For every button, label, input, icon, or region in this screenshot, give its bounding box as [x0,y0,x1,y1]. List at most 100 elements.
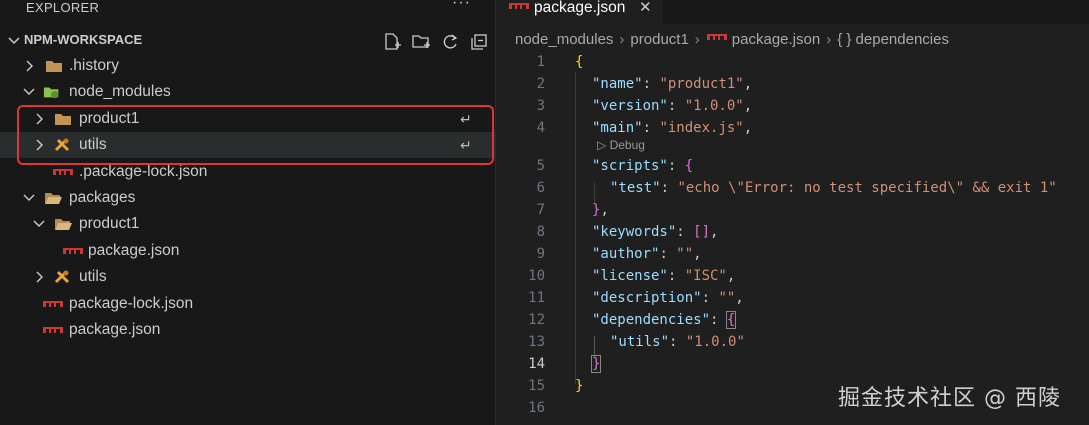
code-text: } [590,355,602,373]
code-text: "version": "1.0.0", [592,98,753,114]
refresh-icon[interactable] [440,32,461,52]
line-number: 3 [536,98,545,114]
tab-bar: package.json ✕ [496,0,1089,24]
code-line: 11 "description": "", [496,288,1089,310]
chevron-right-icon: › [694,31,700,48]
code-line: 3 "version": "1.0.0", [496,96,1089,118]
code-line: 5 "scripts": { [496,156,1089,178]
code-text: "utils": "1.0.0" [610,334,745,350]
tree-item-label: node_modules [69,83,171,100]
tree-item-node-modules[interactable]: node_modules [0,79,495,105]
line-number: 15 [528,378,545,394]
line-number: 11 [528,290,545,306]
chevron-down-icon [23,194,35,201]
folder-open-icon [55,219,72,230]
code-text: "keywords": [], [592,224,719,240]
tree-item-label: product1 [79,215,140,232]
tree-item-label: .package-lock.json [79,163,208,180]
tree-item-label: utils [79,268,107,285]
npm-icon [63,248,83,254]
line-number: 6 [536,180,545,196]
code-line: 10 "license": "ISC", [496,266,1089,288]
code-line: 9 "author": "", [496,244,1089,266]
breadcrumb-item[interactable]: { } dependencies [837,31,949,48]
play-icon: ▷ [597,138,610,152]
chevron-right-icon [26,60,33,72]
folder-open-icon [45,193,62,204]
tab-package-json[interactable]: package.json ✕ [496,0,663,24]
tree-item-history[interactable]: .history [0,53,495,79]
code-line: 12 "dependencies": { [496,310,1089,332]
npm-icon [706,34,727,40]
code-line: 7}, [496,200,1089,222]
line-number: 10 [528,268,545,284]
breadcrumb-item[interactable]: product1 [630,31,688,48]
line-number: 8 [536,224,545,240]
close-icon[interactable]: ✕ [639,0,652,16]
node-folder-icon [43,87,59,99]
tree-item-label: package.json [69,321,161,338]
highlight-box [17,105,494,165]
code-text: "dependencies": { [592,311,737,329]
tree-item-packages-utils[interactable]: utils [0,264,495,290]
tree-item-label: package-lock.json [69,295,194,312]
new-folder-icon[interactable] [411,32,432,52]
line-number: 14 [528,356,545,372]
npm-icon [43,327,63,333]
tree-item-packages-product1[interactable]: product1 [0,211,495,237]
tree-item-package-json[interactable]: package.json [0,317,495,343]
npm-icon [53,169,73,175]
code-line: 1{ [496,52,1089,74]
new-file-icon[interactable] [382,32,403,52]
code-text: }, [592,202,609,218]
chevron-right-icon [36,271,43,283]
code-line: 13 "utils": "1.0.0" [496,332,1089,354]
tree-item-product1-package-json[interactable]: package.json [0,238,495,264]
line-number: 16 [528,400,545,416]
folder-icon [46,61,62,72]
line-number: 7 [536,202,545,218]
editor-area: package.json ✕ node_modules › product1 › pac… [496,0,1089,425]
chevron-down-icon [23,88,35,95]
code-line: 14} [496,354,1089,376]
line-number: 4 [536,120,545,136]
chevron-right-icon: › [619,31,625,48]
utils-folder-icon [54,270,70,284]
code-line: 6 "test": "echo \"Error: no test specifie… [496,178,1089,200]
code-line: 8 "keywords": [], [496,222,1089,244]
tab-label: package.json [534,0,626,16]
code-line: 2 "name": "product1", [496,74,1089,96]
breadcrumb-item[interactable]: package.json [732,31,820,48]
code-text: "name": "product1", [592,76,753,92]
workspace-actions [382,32,490,52]
code-text: "test": "echo \"Error: no test specified… [610,180,1057,196]
workspace-title: NPM-WORKSPACE [24,32,143,47]
explorer-sidebar: EXPLORER ··· NPM-WORKSPACE .history node… [0,0,496,425]
line-number: 1 [536,54,545,70]
tree-item-label: package.json [88,242,180,259]
code-text: "description": "", [592,290,744,306]
code-text: { [575,54,584,70]
breadcrumb-item[interactable]: node_modules [515,31,613,48]
more-actions-icon[interactable]: ··· [452,0,471,12]
code-text: } [575,378,584,394]
npm-icon [509,3,529,9]
watermark: 掘金技术社区 @ 西陵 [838,386,1061,411]
tree-item-packages[interactable]: packages [0,185,495,211]
tree-item-package-lock-json[interactable]: package-lock.json [0,291,495,317]
breadcrumb: node_modules › product1 › package.json › { } d… [515,31,953,48]
explorer-title: EXPLORER [26,0,100,15]
debug-codelens[interactable]: ▷ Debug [597,138,645,152]
npm-icon [43,301,63,307]
code-line: 4 "main": "index.js", [496,118,1089,140]
code-text: "license": "ISC", [592,268,736,284]
code-text: "author": "", [592,246,702,262]
collapse-all-icon[interactable] [469,32,490,52]
line-number: 12 [528,312,545,328]
chevron-right-icon: › [826,31,832,48]
line-number: 9 [536,246,545,262]
code-text: "scripts": { [592,158,694,174]
workspace-header[interactable]: NPM-WORKSPACE [0,30,495,52]
line-number: 5 [536,158,545,174]
tree-item-label: packages [69,189,136,206]
